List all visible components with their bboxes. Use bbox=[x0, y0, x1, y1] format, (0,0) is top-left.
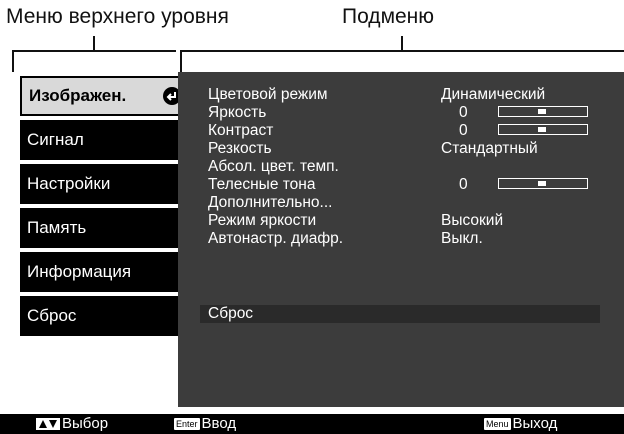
brightness-slider[interactable] bbox=[498, 106, 588, 117]
row-number: 0 bbox=[459, 122, 468, 139]
submenu-row-color-mode[interactable]: Цветовой режим Динамический bbox=[200, 86, 600, 104]
top-level-bracket-left bbox=[12, 50, 14, 72]
submenu-row-sharpness[interactable]: Резкость Стандартный bbox=[200, 140, 600, 158]
menu-item-signal[interactable]: Сигнал bbox=[20, 120, 188, 160]
submenu-row-auto-iris[interactable]: Автонастр. диафр. Выкл. bbox=[200, 230, 600, 248]
menu-item-info[interactable]: Информация bbox=[20, 252, 188, 292]
menu-item-reset[interactable]: Сброс bbox=[20, 296, 188, 336]
menu-item-label: Память bbox=[27, 218, 87, 237]
row-label: Яркость bbox=[208, 104, 267, 121]
reset-label: Сброс bbox=[208, 305, 254, 322]
row-label: Резкость bbox=[208, 140, 272, 157]
submenu-panel: Цветовой режим Динамический Яркость 0 Ко… bbox=[178, 72, 624, 407]
submenu-callout: Подменю bbox=[342, 5, 435, 28]
row-value: Стандартный bbox=[441, 140, 538, 157]
row-label: Телесные тона bbox=[208, 176, 316, 193]
submenu-bracket-left bbox=[180, 50, 182, 72]
menu-item-label: Информация bbox=[27, 262, 132, 281]
row-label: Дополнительно... bbox=[208, 194, 333, 211]
submenu-row-advanced[interactable]: Дополнительно... bbox=[200, 194, 600, 212]
top-level-menu-callout: Меню верхнего уровня bbox=[6, 5, 229, 28]
menu-item-label: Настройки bbox=[27, 174, 111, 193]
contrast-slider[interactable] bbox=[498, 124, 588, 135]
row-number: 0 bbox=[459, 176, 468, 193]
menu-item-settings[interactable]: Настройки bbox=[20, 164, 188, 204]
slider-knob[interactable] bbox=[537, 180, 546, 186]
row-label: Режим яркости bbox=[208, 212, 317, 229]
submenu-bracket-stem bbox=[401, 36, 403, 51]
row-label: Автонастр. диафр. bbox=[208, 230, 344, 247]
menu-item-label: Сброс bbox=[27, 306, 77, 325]
row-label: Абсол. цвет. темп. bbox=[208, 158, 339, 175]
menu-key-badge: Menu bbox=[484, 417, 511, 430]
enter-hint: Enter Ввод bbox=[174, 415, 236, 432]
menu-item-label: Изображен. bbox=[29, 86, 127, 105]
submenu-row-contrast[interactable]: Контраст 0 bbox=[200, 122, 600, 140]
slider-knob[interactable] bbox=[537, 108, 546, 114]
up-down-arrows-icon bbox=[36, 417, 60, 430]
exit-hint: Menu Выход bbox=[484, 415, 557, 432]
row-label: Контраст bbox=[208, 122, 274, 139]
enter-label: Ввод bbox=[201, 415, 237, 432]
submenu-row-brightness-mode[interactable]: Режим яркости Высокий bbox=[200, 212, 600, 230]
menu-item-label: Сигнал bbox=[27, 130, 84, 149]
exit-label: Выход bbox=[512, 415, 558, 432]
row-label: Цветовой режим bbox=[208, 86, 328, 103]
top-level-bracket-stem bbox=[93, 36, 95, 51]
menu-item-image[interactable]: Изображен. bbox=[20, 76, 188, 116]
enter-key-badge: Enter bbox=[174, 417, 200, 430]
select-hint: Выбор bbox=[36, 415, 108, 432]
slider-knob[interactable] bbox=[537, 126, 546, 132]
submenu-row-skin-tone[interactable]: Телесные тона 0 bbox=[200, 176, 600, 194]
select-label: Выбор bbox=[62, 415, 109, 432]
top-level-menu: Изображен. Сигнал Настройки Память Инфор… bbox=[16, 72, 188, 407]
row-value: Высокий bbox=[441, 212, 504, 229]
submenu-reset-row[interactable]: Сброс bbox=[200, 305, 600, 323]
menu-item-memory[interactable]: Память bbox=[20, 208, 188, 248]
bottom-help-bar: Выбор Enter Ввод Menu Выход bbox=[0, 414, 624, 434]
row-number: 0 bbox=[459, 104, 468, 121]
submenu-row-abs-color-temp[interactable]: Абсол. цвет. темп. bbox=[200, 158, 600, 176]
row-value: Динамический bbox=[441, 86, 546, 103]
row-value: Выкл. bbox=[441, 230, 483, 247]
skin-tone-slider[interactable] bbox=[498, 178, 588, 189]
submenu-row-brightness[interactable]: Яркость 0 bbox=[200, 104, 600, 122]
